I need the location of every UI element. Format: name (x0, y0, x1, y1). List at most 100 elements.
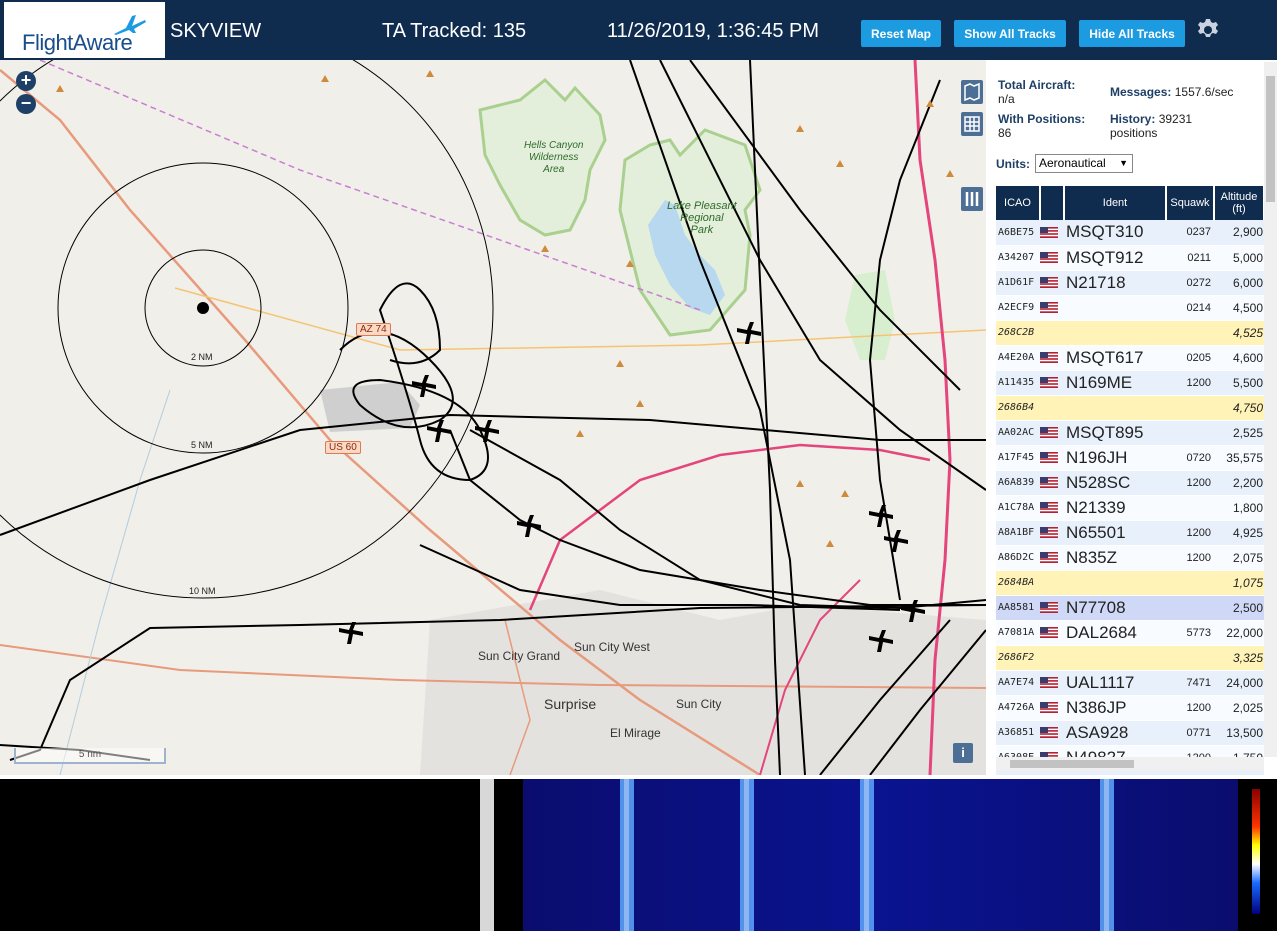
airplane-logo-icon (114, 15, 146, 35)
cell-squawk: 1200 (1166, 370, 1214, 396)
cell-squawk (1166, 570, 1214, 596)
cell-flag (1040, 370, 1064, 396)
messages-stat: Messages: 1557.6/sec (1110, 85, 1234, 99)
highway-us60: US 60 (325, 441, 361, 454)
cell-flag (1040, 420, 1064, 446)
cell-squawk: 0272 (1166, 270, 1214, 296)
zoom-out-button[interactable]: − (16, 94, 36, 114)
table-row[interactable]: AA8581 N77708 2,500 (996, 595, 1264, 621)
us-flag-icon (1040, 277, 1058, 289)
us-flag-icon (1040, 427, 1058, 439)
table-row[interactable]: 268C2B 4,525 (996, 320, 1264, 346)
col-squawk[interactable]: Squawk (1166, 186, 1215, 220)
reset-map-button[interactable]: Reset Map (861, 20, 941, 47)
cell-ident: N21718 (1064, 270, 1166, 296)
cell-ident: N21339 (1064, 495, 1166, 521)
cell-icao: A17F45 (996, 445, 1040, 471)
cell-flag (1040, 220, 1064, 246)
table-row[interactable]: A6BE75 MSQT310 0237 2,900 (996, 220, 1264, 246)
table-row[interactable]: A1C78A N21339 1,800 (996, 495, 1264, 521)
info-button[interactable]: i (953, 743, 973, 763)
gear-icon[interactable] (1196, 18, 1220, 42)
flightaware-logo[interactable]: FlightAware (4, 2, 165, 58)
us-flag-icon (1040, 352, 1058, 364)
table-row[interactable]: 2684BA 1,075 (996, 570, 1264, 596)
cell-squawk: 1200 (1166, 545, 1214, 571)
ring-label-10nm: 10 NM (189, 586, 216, 596)
map-view[interactable]: + − Hells Canyon Wilderness Area Lake Plea… (0, 60, 986, 775)
park-label-lake-pleasant: Lake Pleasant Regional Park (667, 200, 737, 236)
us-flag-icon (1040, 677, 1058, 689)
table-row[interactable]: A11435 N169ME 1200 5,500 (996, 370, 1264, 396)
table-row[interactable]: A36851 ASA928 0771 13,500 (996, 720, 1264, 746)
hide-all-tracks-button[interactable]: Hide All Tracks (1079, 20, 1185, 47)
park-label-hells-canyon: Hells Canyon Wilderness Area (524, 140, 584, 175)
sidebar-vertical-scrollbar[interactable] (1264, 62, 1277, 757)
cell-ident: MSQT310 (1064, 220, 1166, 246)
column-toggle-button[interactable] (961, 187, 983, 211)
cell-squawk: 0214 (1166, 295, 1214, 321)
cell-flag (1040, 345, 1064, 371)
cell-icao: A1D61F (996, 270, 1040, 296)
table-row[interactable]: 2686B4 4,750 (996, 395, 1264, 421)
cell-icao: A34207 (996, 245, 1040, 271)
table-row[interactable]: A2ECF9 0214 4,500 (996, 295, 1264, 321)
cell-icao: AA8581 (996, 595, 1040, 621)
col-icao[interactable]: ICAO (996, 186, 1041, 220)
sidebar-horizontal-scrollbar[interactable] (996, 757, 1264, 771)
cell-icao: 2686F2 (996, 645, 1040, 671)
table-header-row: ICAO Ident Squawk Altitude (ft) (996, 186, 1265, 220)
table-row[interactable]: A8A1BF N65501 1200 4,925 (996, 520, 1264, 546)
table-row[interactable]: AA7E74 UAL1117 7471 24,000 (996, 670, 1264, 696)
highway-az74: AZ 74 (356, 323, 391, 336)
cell-squawk (1166, 395, 1214, 421)
map-layers-button[interactable] (961, 80, 983, 104)
columns-icon (965, 192, 979, 206)
cell-altitude: 5,500 (1214, 370, 1264, 396)
col-flag[interactable] (1040, 186, 1065, 220)
cell-ident: N169ME (1064, 370, 1166, 396)
table-row[interactable]: AA02AC MSQT895 2,525 (996, 420, 1264, 446)
cell-flag (1040, 270, 1064, 296)
table-row[interactable]: A1D61F N21718 0272 6,000 (996, 270, 1264, 296)
cell-ident: MSQT895 (1064, 420, 1166, 446)
table-row[interactable]: A4726A N386JP 1200 2,025 (996, 695, 1264, 721)
units-select[interactable]: Aeronautical (1035, 154, 1133, 173)
col-altitude[interactable]: Altitude (ft) (1214, 186, 1265, 220)
cell-ident (1064, 570, 1166, 596)
place-sun-city: Sun City (676, 697, 722, 711)
cell-squawk: 1200 (1166, 470, 1214, 496)
cell-icao: A86D2C (996, 545, 1040, 571)
cell-flag (1040, 595, 1064, 621)
cell-flag (1040, 520, 1064, 546)
history-stat: History: 39231 positions (1110, 112, 1193, 140)
place-surprise: Surprise (544, 696, 597, 712)
cell-squawk (1166, 420, 1214, 446)
cell-ident: N835Z (1064, 545, 1166, 571)
cell-flag (1040, 445, 1064, 471)
table-row[interactable]: 2686F2 3,325 (996, 645, 1264, 671)
show-all-tracks-button[interactable]: Show All Tracks (954, 20, 1066, 47)
table-row[interactable]: A17F45 N196JH 0720 35,575 (996, 445, 1264, 471)
cell-ident (1064, 320, 1166, 346)
us-flag-icon (1040, 302, 1058, 314)
table-row[interactable]: A6A839 N528SC 1200 2,200 (996, 470, 1264, 496)
cell-icao: A2ECF9 (996, 295, 1040, 321)
cell-icao: AA02AC (996, 420, 1040, 446)
panel-divider[interactable] (480, 779, 494, 931)
map-scale: 5 nm (14, 748, 166, 764)
table-row[interactable]: A4E20A MSQT617 0205 4,600 (996, 345, 1264, 371)
units-label: Units: (996, 157, 1030, 171)
waterfall-canvas (523, 779, 1260, 931)
us-flag-icon (1040, 552, 1058, 564)
cell-squawk (1166, 495, 1214, 521)
table-row[interactable]: A34207 MSQT912 0211 5,000 (996, 245, 1264, 271)
zoom-in-button[interactable]: + (16, 71, 36, 91)
skyview-app: FlightAware SKYVIEW TA Tracked: 135 11/2… (0, 0, 1277, 931)
table-row[interactable]: A7081A DAL2684 5773 22,000 (996, 620, 1264, 646)
cell-flag (1040, 395, 1064, 421)
grid-button[interactable] (961, 112, 983, 136)
col-ident[interactable]: Ident (1064, 186, 1167, 220)
table-row[interactable]: A86D2C N835Z 1200 2,075 (996, 545, 1264, 571)
cell-flag (1040, 295, 1064, 321)
